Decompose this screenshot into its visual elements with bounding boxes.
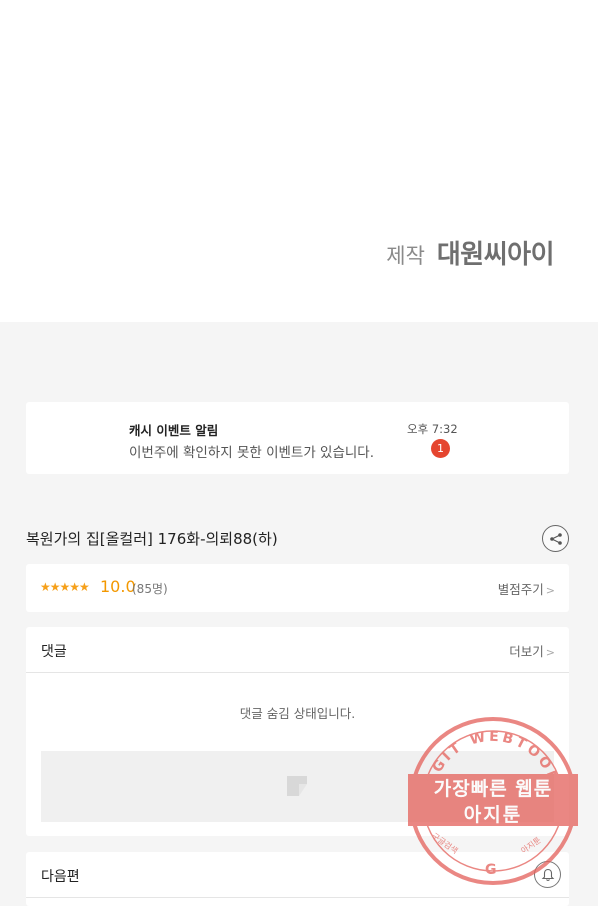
watermark-line2: 아지툰 [463, 804, 523, 826]
rating-score: 10.0 [100, 577, 136, 596]
comment-more-label: 더보기 [509, 644, 544, 659]
production-credit: 제작 대원씨아이 [386, 234, 554, 271]
rating-count: (85명) [132, 582, 168, 596]
google-icon: G [485, 862, 497, 878]
watermark-stamp: AGIT WEBTOON 가장빠른 웹툰 아지툰 구글검색 아지툰 G [408, 716, 578, 886]
watermark-line1: 가장빠른 웹툰 [433, 778, 553, 800]
comment-header: 댓글 더보기 > [26, 627, 569, 673]
viewer-end-area: 제작 대원씨아이 [0, 0, 598, 322]
share-icon [549, 532, 562, 545]
share-button[interactable] [542, 525, 569, 552]
credit-label: 제작 [386, 244, 425, 268]
credit-name: 대원씨아이 [436, 240, 555, 270]
comment-more-button[interactable]: 더보기 > [509, 641, 555, 660]
ad-placeholder-icon [287, 776, 307, 796]
next-episode-label: 다음편 [41, 869, 80, 885]
cash-event-notice[interactable]: 캐시 이벤트 알림 이번주에 확인하지 못한 이벤트가 있습니다. 오후 7:3… [26, 402, 569, 474]
rating-stars: ★★★★★ [40, 580, 90, 594]
chevron-right-icon: > [545, 646, 555, 659]
notice-time: 오후 7:32 [407, 422, 458, 436]
comment-label: 댓글 [41, 644, 67, 660]
notice-title: 캐시 이벤트 알림 [129, 423, 219, 438]
chevron-right-icon: > [545, 584, 555, 597]
rating-card: ★★★★★ 10.0 (85명) 별점주기 > [26, 564, 569, 612]
episode-title: 복원가의 집[올컬러] 176화-의뢰88(하) [26, 530, 278, 548]
divider [26, 897, 569, 898]
notice-count-badge: 1 [431, 439, 450, 458]
rate-button[interactable]: 별점주기 > [498, 579, 555, 598]
rate-button-label: 별점주기 [497, 582, 544, 597]
notice-message: 이번주에 확인하지 못한 이벤트가 있습니다. [129, 445, 375, 461]
